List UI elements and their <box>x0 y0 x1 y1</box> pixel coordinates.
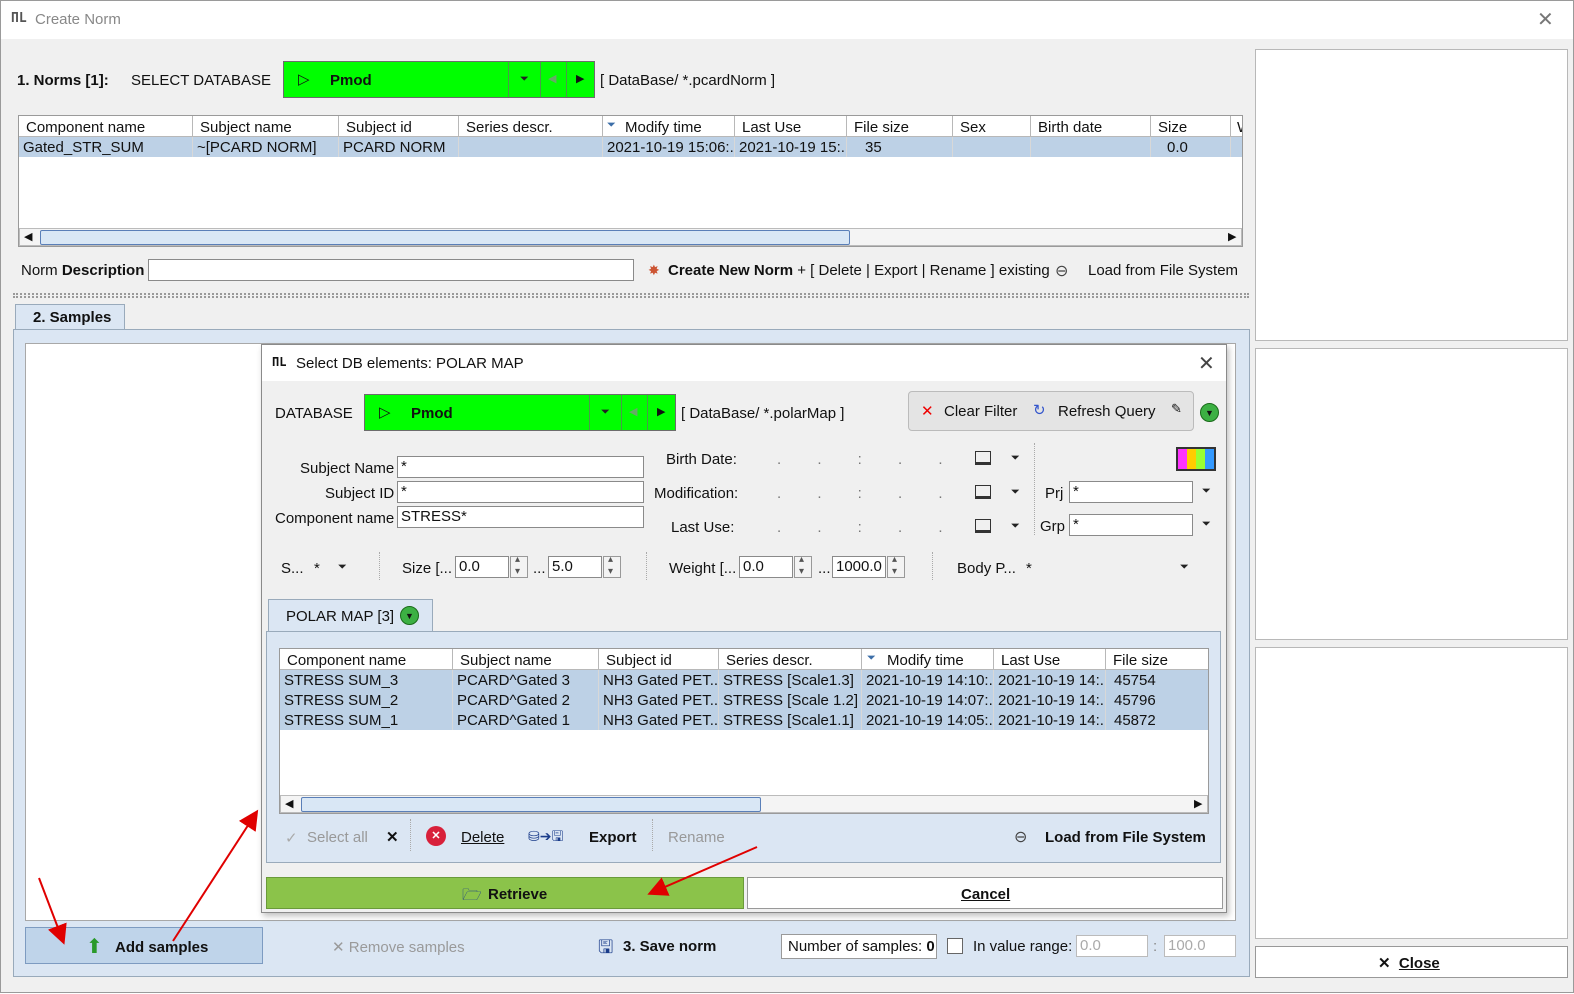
annotation-arrows <box>38 809 758 945</box>
annotation-arrow <box>647 846 758 896</box>
create-norm-window: ПL Create Norm ✕ 1. Norms [1]: SELECT DA… <box>0 0 1574 993</box>
annotation-arrow <box>38 877 67 945</box>
annotation-arrow <box>172 809 259 942</box>
